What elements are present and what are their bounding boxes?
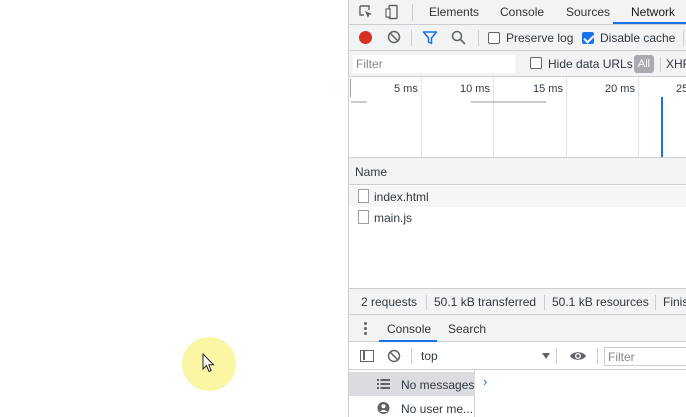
toolbar-separator <box>411 30 412 46</box>
overview-tick-label: 20 ms <box>605 83 635 95</box>
drawer-menu-icon[interactable] <box>364 322 367 335</box>
console-toolbar-separator <box>556 348 557 364</box>
tab-elements[interactable]: Elements <box>429 5 479 19</box>
hide-data-urls-label: Hide data URLs <box>548 57 633 71</box>
clear-icon[interactable] <box>387 30 401 44</box>
sidebar-item-no-user-messages[interactable]: No user me... <box>349 396 475 417</box>
request-name: main.js <box>374 211 413 225</box>
console-filter-input[interactable] <box>604 347 686 366</box>
drawer-tab-search[interactable]: Search <box>448 322 486 336</box>
tab-console[interactable]: Console <box>500 5 544 19</box>
console-toolbar-separator <box>597 348 598 364</box>
network-filter-input[interactable] <box>353 55 515 73</box>
overview-tick-label: 5 ms <box>394 83 418 95</box>
status-requests: 2 requests <box>361 295 418 309</box>
status-separator <box>544 295 545 310</box>
network-overview[interactable]: 5 ms 10 ms 15 ms 20 ms 25 <box>349 77 686 158</box>
sidebar-item-label: No user me... <box>401 402 474 416</box>
disable-cache-label: Disable cache <box>600 31 676 45</box>
search-icon[interactable] <box>451 30 466 45</box>
devtools-tabbar: Elements Console Sources Network <box>349 0 686 25</box>
tab-sources[interactable]: Sources <box>566 5 610 19</box>
overview-request-bar <box>351 101 367 103</box>
document-file-icon <box>358 210 369 224</box>
console-sidebar: No messages No user me... <box>349 370 475 417</box>
status-separator <box>655 295 656 310</box>
network-toolbar: Preserve log Disable cache <box>349 25 686 51</box>
hide-data-urls-checkbox[interactable] <box>530 57 542 69</box>
overview-gridline <box>493 77 494 157</box>
console-toolbar-separator <box>411 348 412 364</box>
table-row[interactable]: main.js <box>349 207 686 228</box>
filter-icon[interactable] <box>422 30 438 46</box>
sidebar-item-label: No messages <box>401 378 475 392</box>
drawer-tabbar: Console Search <box>349 315 686 342</box>
chevron-down-icon[interactable] <box>542 353 550 359</box>
status-finish: Finis <box>663 295 686 309</box>
status-transferred: 50.1 kB transferred <box>434 295 537 309</box>
console-toolbar: top <box>349 342 686 370</box>
list-icon <box>377 379 390 389</box>
sidebar-item-no-messages[interactable]: No messages <box>349 372 475 396</box>
tab-network[interactable]: Network <box>631 5 675 19</box>
overview-start-marker <box>350 79 351 97</box>
console-prompt-icon[interactable]: › <box>483 374 487 389</box>
execution-context-select[interactable]: top <box>421 349 438 363</box>
eye-icon[interactable] <box>569 349 587 363</box>
overview-tick-label: 25 <box>676 83 686 95</box>
overview-gridline <box>638 77 639 157</box>
overview-dcl-marker <box>661 97 663 157</box>
mouse-cursor-icon <box>202 353 215 373</box>
network-table-header: Name <box>349 158 686 185</box>
overview-request-bar <box>471 101 546 103</box>
network-filterbar: Hide data URLs All XHR <box>349 51 686 77</box>
tabbar-separator <box>412 4 413 21</box>
filterbar-separator <box>660 57 661 72</box>
drawer-tab-console[interactable]: Console <box>387 322 431 336</box>
console-sidebar-toggle-icon[interactable] <box>360 350 374 362</box>
toolbar-separator <box>478 30 479 46</box>
device-toolbar-icon[interactable] <box>385 4 401 20</box>
active-tab-indicator <box>613 22 686 24</box>
preserve-log-checkbox[interactable] <box>488 32 500 44</box>
overview-gridline <box>566 77 567 157</box>
column-header-name[interactable]: Name <box>355 165 387 179</box>
user-icon <box>377 402 390 414</box>
overview-tick-label: 15 ms <box>533 83 563 95</box>
overview-gridline <box>421 77 422 157</box>
inspected-page <box>0 0 348 417</box>
table-row[interactable]: index.html <box>349 186 686 207</box>
preserve-log-label: Preserve log <box>506 31 574 45</box>
status-resources: 50.1 kB resources <box>552 295 649 309</box>
request-name: index.html <box>374 190 429 204</box>
overview-tick-label: 10 ms <box>460 83 490 95</box>
document-file-icon <box>358 189 369 203</box>
type-filter-xhr-button[interactable]: XHR <box>666 57 686 71</box>
network-status-bar: 2 requests 50.1 kB transferred 50.1 kB r… <box>349 288 686 315</box>
toolbar-separator <box>683 30 684 46</box>
inspect-element-icon[interactable] <box>358 4 374 20</box>
type-filter-all-button[interactable]: All <box>634 55 654 73</box>
record-button[interactable] <box>359 31 372 44</box>
status-separator <box>426 295 427 310</box>
disable-cache-checkbox[interactable] <box>582 32 594 44</box>
devtools-panel: Elements Console Sources Network Preserv… <box>348 0 686 417</box>
clear-console-icon[interactable] <box>387 349 401 363</box>
